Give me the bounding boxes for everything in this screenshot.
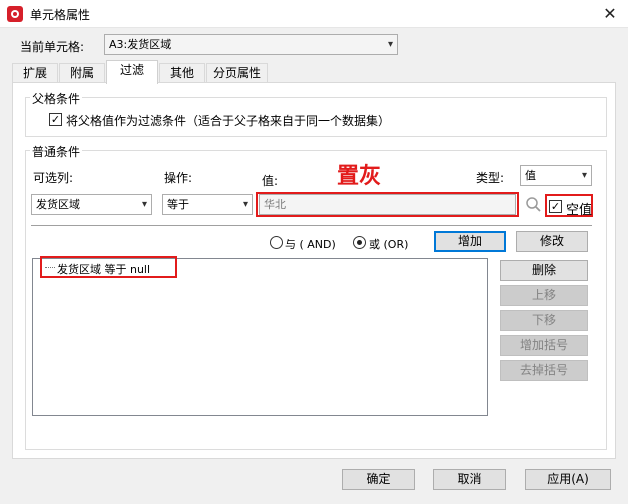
type-label: 类型: xyxy=(476,171,505,185)
value-label: 值: xyxy=(262,174,279,188)
close-icon[interactable]: ✕ xyxy=(600,4,620,24)
and-radio[interactable] xyxy=(270,236,283,249)
divider xyxy=(31,225,592,226)
normal-condition-title: 普通条件 xyxy=(30,143,83,160)
remove-bracket-button[interactable]: 去掉括号 xyxy=(500,360,588,381)
operation-select[interactable]: 等于 ▾ xyxy=(162,194,253,215)
chevron-down-icon: ▾ xyxy=(141,199,147,210)
app-logo-icon xyxy=(7,6,23,22)
move-up-button[interactable]: 上移 xyxy=(500,285,588,306)
chevron-down-icon: ▾ xyxy=(242,199,248,210)
and-radio-label: 与 ( AND) xyxy=(285,238,336,251)
ok-button[interactable]: 确定 xyxy=(342,469,415,490)
parent-condition-title: 父格条件 xyxy=(30,90,83,107)
window-title: 单元格属性 xyxy=(30,8,91,22)
tab-other[interactable]: 其他 xyxy=(159,63,205,83)
null-value-checkbox[interactable]: ✓ xyxy=(549,200,562,213)
or-radio-label: 或 (OR) xyxy=(369,238,409,251)
tree-connector xyxy=(45,267,55,268)
or-radio[interactable] xyxy=(353,236,366,249)
tab-filter[interactable]: 过滤 xyxy=(106,60,158,84)
type-select[interactable]: 值 ▾ xyxy=(520,165,592,186)
chevron-down-icon: ▾ xyxy=(581,170,587,181)
operation-value: 等于 xyxy=(167,198,189,211)
current-cell-select[interactable]: A3:发货区域 ▾ xyxy=(104,34,398,55)
column-value: 发货区域 xyxy=(36,198,80,211)
apply-button[interactable]: 应用(A) xyxy=(525,469,611,490)
move-down-button[interactable]: 下移 xyxy=(500,310,588,331)
tab-pagination[interactable]: 分页属性 xyxy=(206,63,268,83)
chevron-down-icon: ▾ xyxy=(387,39,393,50)
value-text: 华北 xyxy=(264,198,286,211)
search-icon[interactable] xyxy=(524,195,544,215)
delete-button[interactable]: 删除 xyxy=(500,260,588,281)
null-value-label: 空值 xyxy=(566,203,593,218)
parent-filter-label: 将父格值作为过滤条件（适合于父子格来自于同一个数据集） xyxy=(66,114,391,128)
gray-out-annotation: 置灰 xyxy=(337,164,382,189)
title-bar: 单元格属性 ✕ xyxy=(0,0,628,28)
current-cell-label: 当前单元格: xyxy=(20,40,85,54)
type-value: 值 xyxy=(525,169,536,182)
cancel-button[interactable]: 取消 xyxy=(433,469,506,490)
add-bracket-button[interactable]: 增加括号 xyxy=(500,335,588,356)
optional-column-label: 可选列: xyxy=(33,171,74,185)
value-input[interactable]: 华北 xyxy=(259,194,516,215)
conditions-list[interactable] xyxy=(32,258,488,416)
add-button[interactable]: 增加 xyxy=(434,231,506,252)
modify-button[interactable]: 修改 xyxy=(516,231,588,252)
current-cell-value: A3:发货区域 xyxy=(109,38,172,51)
column-select[interactable]: 发货区域 ▾ xyxy=(31,194,152,215)
tab-attached[interactable]: 附属 xyxy=(59,63,105,83)
list-item[interactable]: 发货区域 等于 null xyxy=(57,261,150,277)
operation-label: 操作: xyxy=(164,171,193,185)
tab-extend[interactable]: 扩展 xyxy=(12,63,58,83)
parent-filter-checkbox[interactable]: ✓ xyxy=(49,113,62,126)
